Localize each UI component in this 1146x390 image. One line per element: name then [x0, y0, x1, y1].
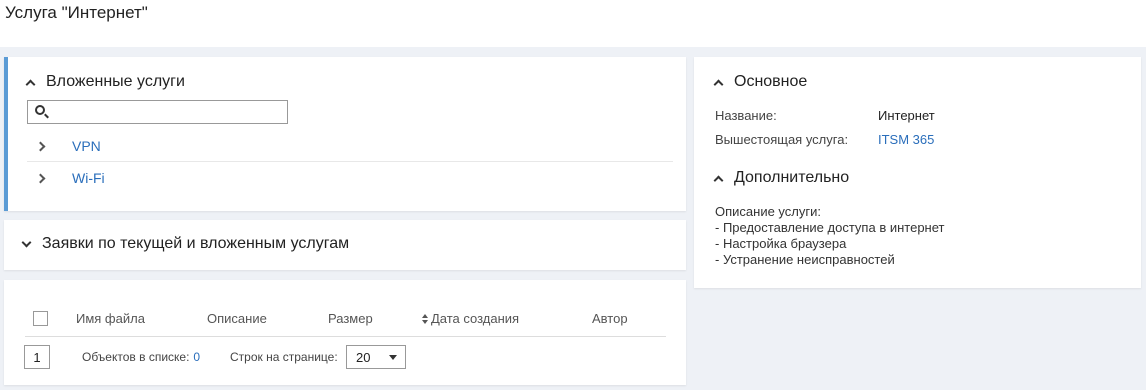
- parent-service-label: Вышестоящая услуга:: [715, 132, 849, 147]
- main-title: Основное: [734, 73, 808, 90]
- chevron-up-icon[interactable]: [713, 175, 724, 185]
- per-page-select[interactable]: 20: [346, 345, 406, 369]
- page-title: Услуга "Интернет": [5, 3, 148, 22]
- column-header-created-label: Дата создания: [431, 311, 520, 326]
- nested-services-panel: Вложенные услуги VPN Wi-Fi: [4, 57, 686, 211]
- chevron-right-icon[interactable]: [35, 141, 46, 152]
- search-icon: [35, 105, 45, 115]
- chevron-up-icon[interactable]: [713, 79, 724, 89]
- chevron-down-icon[interactable]: [21, 237, 32, 247]
- per-page-value: 20: [356, 349, 371, 365]
- dropdown-arrow-icon: [389, 355, 397, 360]
- description-line: - Предоставление доступа в интернет: [715, 220, 945, 235]
- main-header[interactable]: Основное: [713, 73, 808, 91]
- requests-title: Заявки по текущей и вложенным услугам: [42, 235, 350, 252]
- extra-title: Дополнительно: [734, 169, 850, 186]
- objects-count: 0: [193, 350, 201, 364]
- extra-header[interactable]: Дополнительно: [713, 169, 850, 187]
- column-header-description[interactable]: Описание: [207, 311, 267, 326]
- page-number-input[interactable]: 1: [24, 345, 50, 369]
- name-label: Название:: [715, 108, 777, 123]
- column-header-file-name[interactable]: Имя файла: [76, 311, 145, 326]
- requests-header[interactable]: Заявки по текущей и вложенным услугам: [21, 235, 350, 253]
- header-divider: [25, 336, 666, 337]
- files-panel: Имя файла Описание Размер Дата создания …: [4, 280, 686, 385]
- parent-service-link[interactable]: ITSM 365: [878, 132, 934, 147]
- tree-item-vpn: VPN: [27, 131, 673, 162]
- search-box[interactable]: [27, 100, 288, 124]
- top-bar: Услуга "Интернет": [0, 0, 1146, 47]
- expand-vpn[interactable]: [27, 137, 53, 155]
- main-info-panel: Основное Название: Интернет Вышестоящая …: [694, 57, 1141, 288]
- column-header-size[interactable]: Размер: [328, 311, 373, 326]
- column-header-created[interactable]: Дата создания: [422, 311, 519, 326]
- objects-label: Объектов в списке:: [82, 350, 190, 364]
- select-all-checkbox[interactable]: [33, 311, 48, 326]
- service-link-wifi[interactable]: Wi-Fi: [72, 170, 105, 186]
- description-line: - Устранение неисправностей: [715, 252, 895, 267]
- service-link-vpn[interactable]: VPN: [72, 138, 101, 154]
- column-header-author[interactable]: Автор: [592, 311, 628, 326]
- description-line: - Настройка браузера: [715, 236, 847, 251]
- sort-icon[interactable]: [422, 314, 428, 324]
- service-description: Описание услуги: - Предоставление доступ…: [715, 204, 944, 268]
- tree-item-wifi: Wi-Fi: [27, 162, 673, 193]
- requests-panel: Заявки по текущей и вложенным услугам: [4, 220, 686, 270]
- chevron-right-icon[interactable]: [35, 173, 46, 183]
- chevron-up-icon[interactable]: [25, 79, 36, 89]
- description-label: Описание услуги:: [715, 204, 821, 219]
- objects-count-text: Объектов в списке: 0: [82, 350, 200, 364]
- name-value: Интернет: [878, 108, 935, 123]
- nested-services-title: Вложенные услуги: [46, 73, 185, 90]
- search-input[interactable]: [52, 103, 282, 121]
- nested-services-header[interactable]: Вложенные услуги: [25, 73, 185, 91]
- expand-wifi[interactable]: [27, 169, 53, 187]
- per-page-label: Строк на странице:: [230, 350, 338, 364]
